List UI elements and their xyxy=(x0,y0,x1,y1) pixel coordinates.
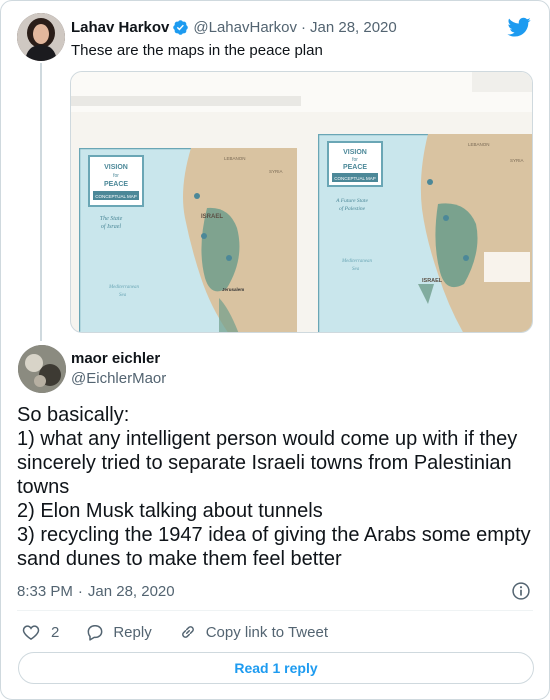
read-replies-button[interactable]: Read 1 reply xyxy=(18,652,534,684)
copy-link-label: Copy link to Tweet xyxy=(205,623,328,641)
divider xyxy=(17,610,533,611)
reply-text-line: 1) what any intelligent person would com… xyxy=(17,428,518,450)
copy-link-button[interactable]: Copy link to Tweet xyxy=(178,622,328,642)
right-label-sea1: Mediterranean xyxy=(341,259,372,264)
right-badge-line1: VISION xyxy=(343,149,367,156)
media-strip-block xyxy=(472,72,532,92)
reply-text-line: 3) recycling the 1947 idea of giving the… xyxy=(17,524,531,546)
left-label-sea1: Mediterranean xyxy=(108,285,139,290)
left-subtitle-line2: of Israel xyxy=(101,223,121,230)
reply-avatar[interactable] xyxy=(18,345,66,393)
like-button[interactable]: 2 xyxy=(21,622,59,642)
right-label-lebanon: LEBANON xyxy=(468,142,490,147)
tweet-card: Lahav Harkov @LahavHarkov · Jan 28, 2020… xyxy=(0,0,550,700)
parent-handle[interactable]: @LahavHarkov xyxy=(193,19,297,36)
reply-handle[interactable]: @EichlerMaor xyxy=(71,369,166,389)
reply-text-line: sand dunes to make them feel better xyxy=(17,548,342,570)
right-subtitle-line2: of Palestine xyxy=(339,205,366,212)
tweet-time[interactable]: 8:33 PM xyxy=(17,583,73,600)
parent-dot-separator: · xyxy=(301,18,306,36)
reply-icon xyxy=(87,625,103,641)
link-icon xyxy=(181,626,194,638)
reply-text-line: towns xyxy=(17,476,70,498)
right-badge-line3: PEACE xyxy=(343,164,367,171)
reply-author-name[interactable]: maor eichler xyxy=(71,349,160,369)
right-badge-line2: for xyxy=(352,157,358,163)
left-label-jerusalem: Jerusalem xyxy=(222,287,244,292)
parent-avatar[interactable] xyxy=(17,13,65,61)
left-label-sea2: Sea xyxy=(119,293,127,298)
left-badge-line1: VISION xyxy=(104,164,128,171)
right-label-israel: ISRAEL xyxy=(422,278,443,284)
parent-header: Lahav Harkov @LahavHarkov · Jan 28, 2020 xyxy=(71,17,397,37)
tweet-media[interactable]: VISION for PEACE CONCEPTUAL MAP The Stat… xyxy=(70,71,533,333)
action-bar: 2 Reply Copy link to Tweet xyxy=(21,621,354,643)
right-label-syria: SYRIA xyxy=(510,158,524,163)
left-subtitle-line1: The State xyxy=(100,216,123,222)
media-header-strip xyxy=(71,72,532,112)
reply-button[interactable]: Reply xyxy=(85,622,152,642)
timestamp-separator: · xyxy=(77,582,83,600)
parent-date[interactable]: Jan 28, 2020 xyxy=(310,19,397,36)
parent-tweet-text: These are the maps in the peace plan xyxy=(71,42,323,59)
twitter-bird-icon[interactable] xyxy=(507,15,531,39)
left-label-israel: ISRAEL xyxy=(201,214,223,220)
left-label-lebanon: LEBANON xyxy=(224,156,246,161)
reply-tweet-text: So basically: 1) what any intelligent pe… xyxy=(17,403,537,571)
tweet-timestamp[interactable]: 8:33 PM · Jan 28, 2020 xyxy=(17,581,175,601)
media-strip-bar xyxy=(71,96,301,106)
map-state-of-israel: VISION for PEACE CONCEPTUAL MAP The Stat… xyxy=(79,148,297,332)
heart-icon xyxy=(22,625,40,640)
parent-author-name[interactable]: Lahav Harkov xyxy=(71,19,169,36)
reply-text-line: 2) Elon Musk talking about tunnels xyxy=(17,500,323,522)
verified-badge-icon xyxy=(173,19,189,35)
right-label-sea2: Sea xyxy=(352,267,360,272)
left-label-syria: SYRIA xyxy=(269,169,283,174)
info-icon[interactable] xyxy=(511,581,531,601)
left-badge-line2: for xyxy=(113,173,119,179)
tweet-date[interactable]: Jan 28, 2020 xyxy=(88,583,175,600)
right-badge-line4: CONCEPTUAL MAP xyxy=(334,176,376,181)
left-badge-line3: PEACE xyxy=(104,181,128,188)
thread-line xyxy=(40,63,42,341)
reply-text-line: sincerely tried to separate Israeli town… xyxy=(17,452,512,474)
like-count: 2 xyxy=(51,623,60,641)
map-future-state-of-palestine: VISION for PEACE CONCEPTUAL MAP A Future… xyxy=(318,134,532,332)
left-badge-line4: CONCEPTUAL MAP xyxy=(95,194,137,199)
right-subtitle-line1: A Future State xyxy=(335,198,368,204)
reply-text-line: So basically: xyxy=(17,404,130,426)
reply-label: Reply xyxy=(113,623,152,641)
